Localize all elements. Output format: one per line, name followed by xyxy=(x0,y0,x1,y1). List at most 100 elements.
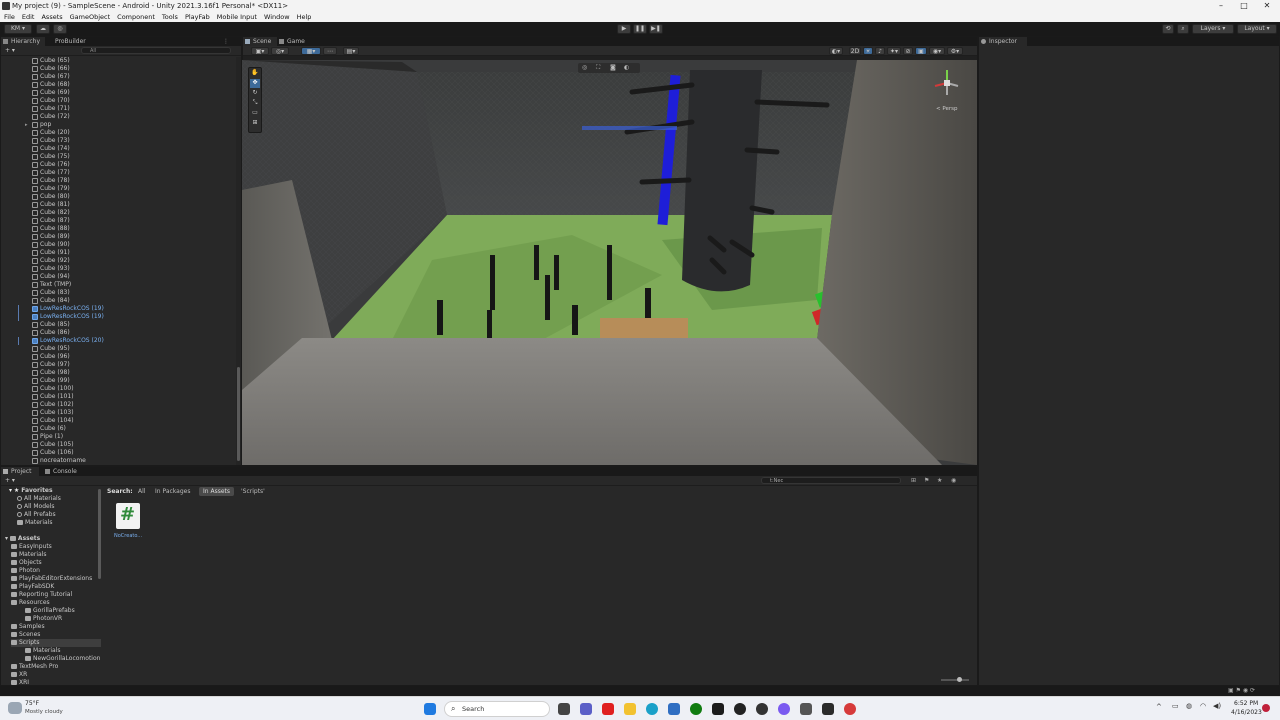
camera-settings-icon[interactable]: ▣ xyxy=(915,47,927,55)
tab-game[interactable]: Game xyxy=(277,37,311,46)
hierarchy-item[interactable]: Cube (102) xyxy=(1,401,233,409)
asset-folder-item[interactable]: Scenes xyxy=(11,631,40,639)
favorites-item[interactable]: Materials xyxy=(17,519,53,527)
hierarchy-item[interactable]: Cube (71) xyxy=(1,105,233,113)
tab-console[interactable]: Console xyxy=(43,467,83,476)
hierarchy-item[interactable]: Cube (84) xyxy=(1,297,233,305)
hierarchy-item[interactable]: LowResRockCOS (19) xyxy=(1,313,233,321)
store-icon[interactable] xyxy=(668,703,680,715)
layout-dropdown[interactable]: Layout ▾ xyxy=(1237,24,1277,34)
asset-folder-item[interactable]: XR xyxy=(11,671,27,679)
teams-chat-icon[interactable] xyxy=(580,703,592,715)
scale-tool-icon[interactable]: ⤡ xyxy=(250,99,260,108)
search-all-filter[interactable]: All xyxy=(135,487,148,496)
asset-folder-item[interactable]: Scripts xyxy=(11,639,101,647)
hierarchy-item[interactable]: Cube (94) xyxy=(1,273,233,281)
grid-snap-button[interactable]: ▦▾ xyxy=(301,47,321,55)
hierarchy-item[interactable]: Cube (82) xyxy=(1,209,233,217)
menu-file[interactable]: File xyxy=(4,12,15,22)
hierarchy-item[interactable]: Cube (90) xyxy=(1,241,233,249)
hierarchy-item[interactable]: LowResRockCOS (19) xyxy=(1,305,233,313)
tab-hierarchy[interactable]: Hierarchy xyxy=(1,37,45,46)
asset-folder-item[interactable]: EasyInputs xyxy=(11,543,52,551)
hierarchy-item[interactable]: Cube (76) xyxy=(1,161,233,169)
hierarchy-item[interactable]: Cube (66) xyxy=(1,65,233,73)
asset-folder-item[interactable]: Reporting Tutorial xyxy=(11,591,72,599)
tab-inspector[interactable]: Inspector xyxy=(979,37,1027,46)
menu-component[interactable]: Component xyxy=(117,12,155,22)
cloud-icon[interactable]: ☁ xyxy=(36,24,50,34)
asset-folder-item[interactable]: Objects xyxy=(11,559,42,567)
hidden-objects-icon[interactable]: ⊘ xyxy=(903,47,913,55)
menu-window[interactable]: Window xyxy=(264,12,290,22)
shading-mode-button[interactable]: ◐▾ xyxy=(829,47,843,55)
scene-viewport[interactable]: ◎ ⛶ ◙ ◐ < Persp xyxy=(242,60,977,465)
hierarchy-item[interactable]: Cube (95) xyxy=(1,345,233,353)
hierarchy-scrollbar[interactable] xyxy=(236,57,241,465)
wifi-icon[interactable]: ◠ xyxy=(1200,702,1206,710)
history-icon[interactable]: ⟲ xyxy=(1162,24,1174,34)
clock-date[interactable]: 4/16/2023 xyxy=(1231,709,1262,716)
hierarchy-item[interactable]: Cube (88) xyxy=(1,225,233,233)
hierarchy-item[interactable]: Cube (104) xyxy=(1,417,233,425)
hierarchy-item[interactable]: Cube (106) xyxy=(1,449,233,457)
view-options-icon[interactable]: ◎ xyxy=(582,64,587,71)
expand-arrow-icon[interactable]: ▸ xyxy=(25,121,28,129)
audio-toggle-icon[interactable]: ♪ xyxy=(875,47,885,55)
asset-folder-item[interactable]: Materials xyxy=(11,551,47,559)
search-scripts-filter[interactable]: 'Scripts' xyxy=(237,487,269,496)
tray-app-icon[interactable]: ◍ xyxy=(1186,702,1192,710)
asset-folder-item[interactable]: XRI xyxy=(11,679,29,685)
project-search-input[interactable]: t:Nec xyxy=(761,477,901,484)
hierarchy-item[interactable]: Cube (6) xyxy=(1,425,233,433)
hierarchy-item[interactable]: Cube (91) xyxy=(1,249,233,257)
hierarchy-item[interactable]: Cube (86) xyxy=(1,329,233,337)
file-explorer-icon[interactable] xyxy=(624,703,636,715)
menu-help[interactable]: Help xyxy=(297,12,312,22)
favorites-item[interactable]: All Prefabs xyxy=(17,511,56,519)
hierarchy-item[interactable]: Cube (97) xyxy=(1,361,233,369)
hierarchy-add-button[interactable]: + ▾ xyxy=(5,47,15,54)
hierarchy-item[interactable]: Cube (67) xyxy=(1,73,233,81)
move-tool-icon[interactable]: ✥ xyxy=(250,79,260,88)
hierarchy-item[interactable]: Cube (80) xyxy=(1,193,233,201)
search-packages-filter[interactable]: In Packages xyxy=(151,487,194,496)
hierarchy-item[interactable]: Cube (99) xyxy=(1,377,233,385)
2d-toggle-button[interactable]: 2D xyxy=(849,47,861,55)
menu-assets[interactable]: Assets xyxy=(41,12,62,22)
snap-increment-button[interactable]: ⋯ xyxy=(323,47,337,55)
obs-icon[interactable] xyxy=(734,703,746,715)
xbox-icon[interactable] xyxy=(690,703,702,715)
recorder-icon[interactable] xyxy=(844,703,856,715)
assets-header[interactable]: ▾ Assets xyxy=(5,535,40,543)
menu-gameobject[interactable]: GameObject xyxy=(70,12,111,22)
search-assets-filter[interactable]: In Assets xyxy=(199,487,235,496)
hierarchy-item[interactable]: Cube (70) xyxy=(1,97,233,105)
asset-folder-item[interactable]: NewGorillaLocomotion xyxy=(25,655,100,663)
hierarchy-search-input[interactable]: All xyxy=(81,47,231,54)
frame-icon[interactable]: ⛶ xyxy=(596,64,600,72)
tray-overflow-icon[interactable]: ^ xyxy=(1156,703,1162,711)
account-dropdown[interactable]: KM ▾ xyxy=(4,24,32,34)
tree-scroll-thumb[interactable] xyxy=(98,489,101,579)
asset-folder-item[interactable]: Photon xyxy=(11,567,40,575)
asset-folder-item[interactable]: PlayFabSDK xyxy=(11,583,54,591)
minimize-button[interactable]: – xyxy=(1210,0,1232,12)
asset-folder-item[interactable]: Materials xyxy=(25,647,61,655)
hierarchy-item[interactable]: Cube (103) xyxy=(1,409,233,417)
perspective-label[interactable]: < Persp xyxy=(936,106,957,112)
edge-browser-icon[interactable] xyxy=(646,703,658,715)
hierarchy-item[interactable]: Cube (85) xyxy=(1,321,233,329)
play-button[interactable]: ▶ xyxy=(617,24,631,34)
github-icon[interactable] xyxy=(756,703,768,715)
hierarchy-item[interactable]: Cube (89) xyxy=(1,233,233,241)
hierarchy-item[interactable]: LowResRockCOS (20) xyxy=(1,337,233,345)
tab-probuilder[interactable]: ProBuilder xyxy=(45,37,91,46)
hierarchy-item[interactable]: Cube (96) xyxy=(1,353,233,361)
hierarchy-item[interactable]: Cube (105) xyxy=(1,441,233,449)
menu-playfab[interactable]: PlayFab xyxy=(185,12,210,22)
unity-hub-icon[interactable] xyxy=(800,703,812,715)
asset-folder-item[interactable]: PhotonVR xyxy=(25,615,62,623)
tab-scene[interactable]: Scene xyxy=(243,37,277,46)
search-by-type-icon[interactable]: ⊞ xyxy=(911,477,916,484)
